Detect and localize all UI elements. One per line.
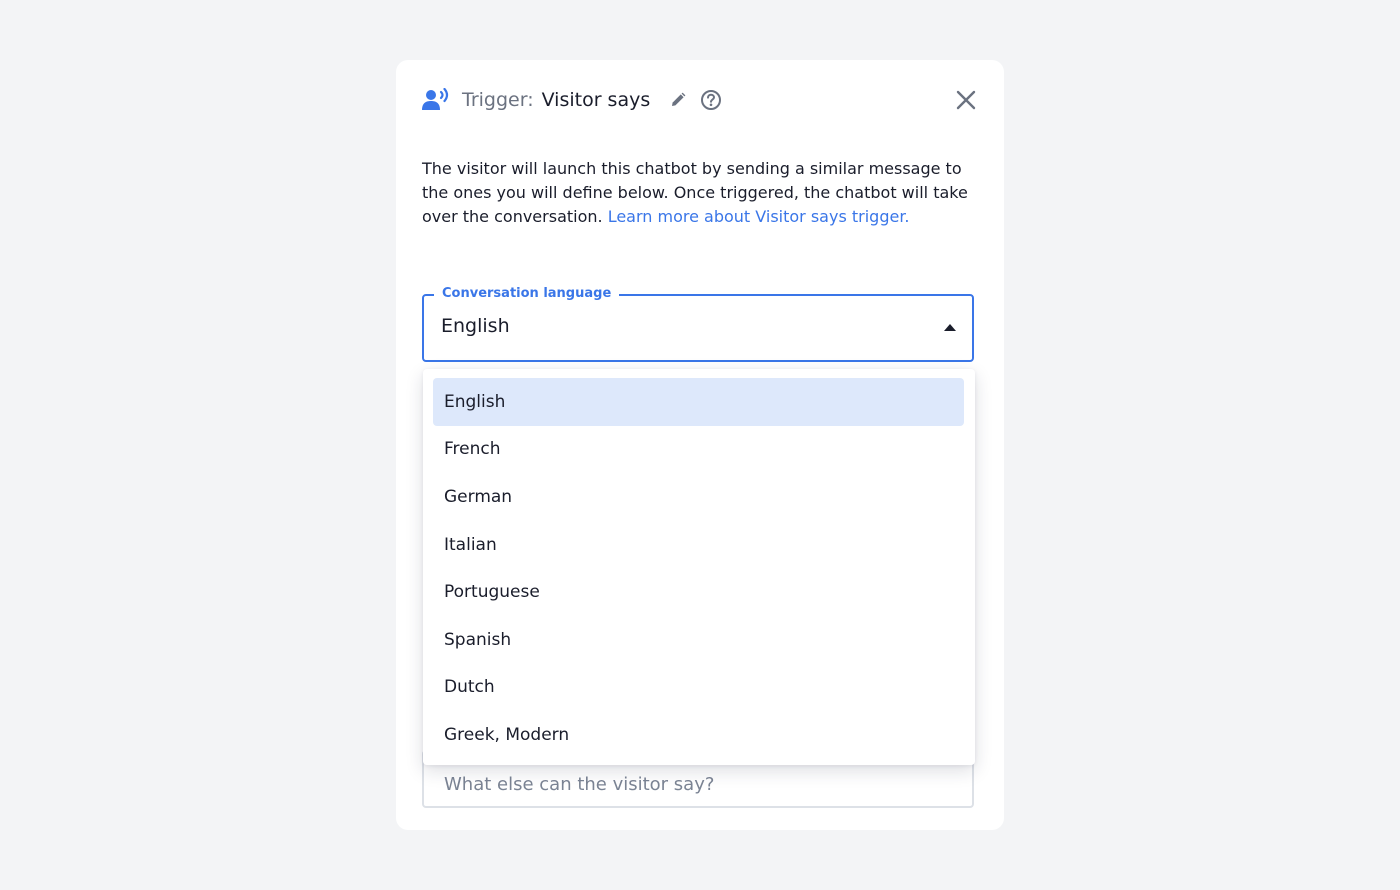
- language-option-spanish[interactable]: Spanish: [433, 616, 964, 664]
- trigger-name: Visitor says: [541, 89, 651, 111]
- language-option-italian[interactable]: Italian: [433, 521, 964, 569]
- pencil-icon[interactable]: [668, 90, 688, 110]
- help-circle-icon[interactable]: [700, 89, 722, 111]
- trigger-type-label: Trigger:: [462, 89, 534, 111]
- language-option-greek-modern[interactable]: Greek, Modern: [433, 711, 964, 759]
- language-dropdown-menu: English French German Italian Portuguese…: [423, 369, 975, 765]
- language-option-german[interactable]: German: [433, 473, 964, 521]
- conversation-language-select[interactable]: Conversation language English: [422, 285, 974, 362]
- selected-language: English: [441, 315, 510, 337]
- language-option-english[interactable]: English: [433, 378, 964, 426]
- trigger-description: The visitor will launch this chatbot by …: [422, 157, 978, 229]
- close-icon[interactable]: [954, 88, 978, 112]
- language-option-french[interactable]: French: [433, 426, 964, 474]
- panel-header: Trigger: Visitor says: [422, 86, 978, 114]
- learn-more-link[interactable]: Learn more about Visitor says trigger.: [608, 207, 910, 226]
- language-option-portuguese[interactable]: Portuguese: [433, 568, 964, 616]
- caret-up-icon[interactable]: [944, 324, 956, 331]
- visitor-speaking-icon: [422, 88, 450, 112]
- language-option-dutch[interactable]: Dutch: [433, 664, 964, 712]
- conversation-language-label: Conversation language: [434, 285, 620, 303]
